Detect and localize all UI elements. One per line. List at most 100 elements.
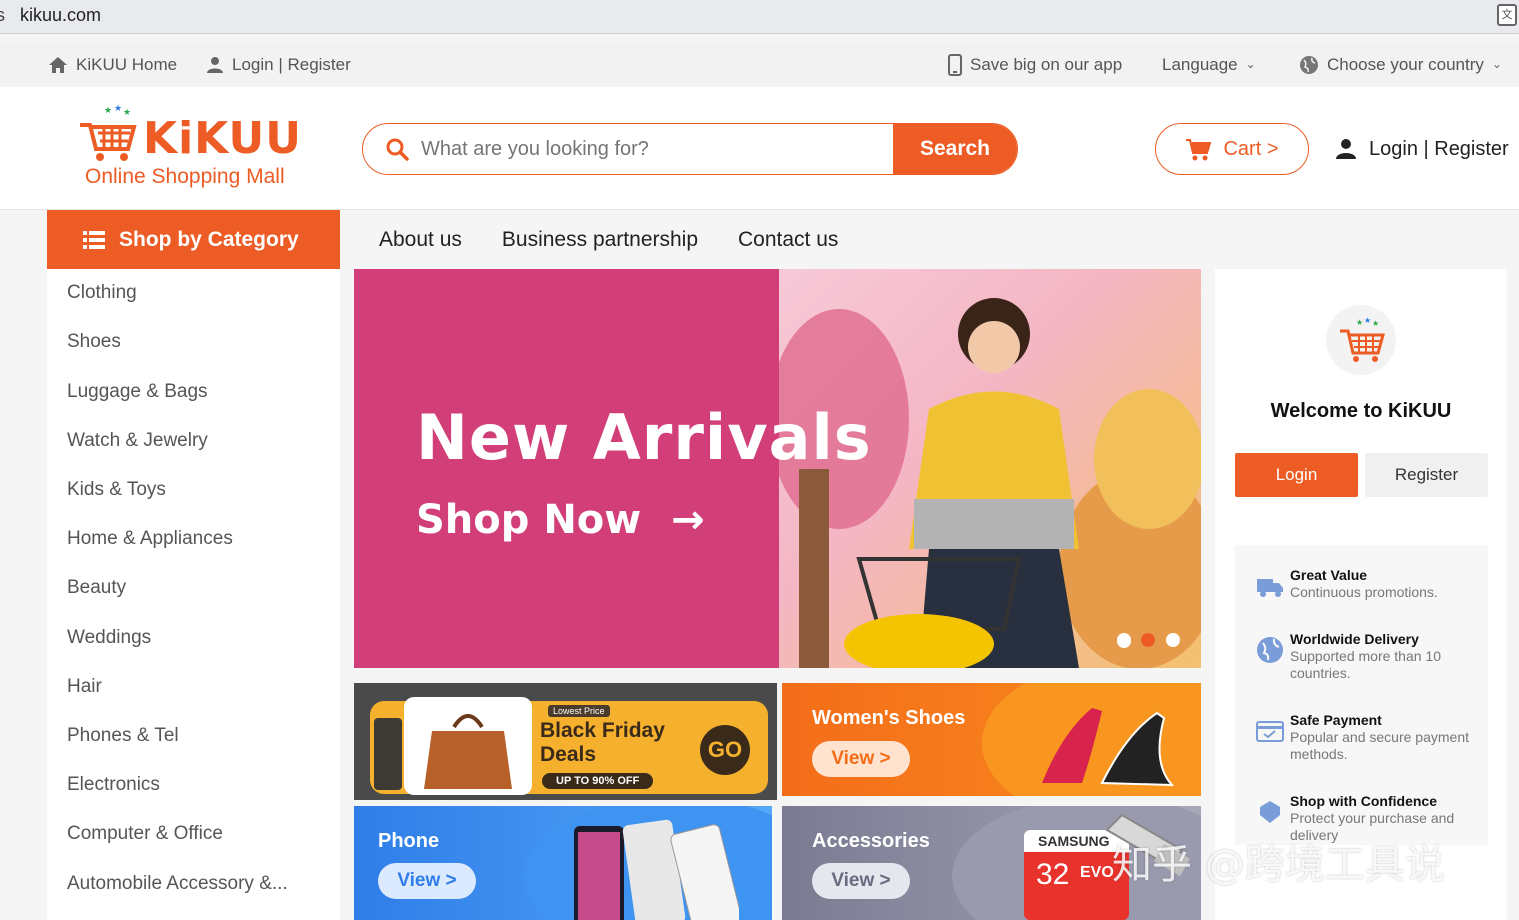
home-icon [49,56,67,73]
logo-tagline: Online Shopping Mall [85,165,285,188]
category-item-watch-jewelry[interactable]: Watch & Jewelry [67,430,208,452]
search-icon [386,138,409,161]
banner-cta-label: Shop Now [416,497,642,543]
carousel-dot-3[interactable] [1166,633,1180,647]
category-item-hair[interactable]: Hair [67,676,102,698]
address-bar-leading-char: s [0,5,5,25]
avatar: ★ ★ ★ [1326,305,1396,375]
features-list: Great Value Continuous promotions. World… [1235,545,1488,845]
phone-view-button[interactable]: View > [378,863,476,899]
accessories-title: Accessories [812,830,930,852]
arrow-right-icon: → [671,497,705,543]
go-button[interactable]: GO [700,725,750,775]
shop-by-category-button[interactable]: Shop by Category [47,210,340,269]
category-item-luggage-bags[interactable]: Luggage & Bags [67,381,208,403]
translate-icon[interactable]: 文 [1497,4,1517,26]
topbar-app-label: Save big on our app [970,55,1123,74]
svg-text:★: ★ [123,107,131,117]
language-dropdown[interactable]: Language ⌄ [1162,42,1256,87]
handbag-image [404,697,532,795]
welcome-heading: Welcome to KiKUU [1270,400,1452,422]
cart-icon [1186,139,1212,161]
category-item-weddings[interactable]: Weddings [67,627,151,649]
category-item-electronics[interactable]: Electronics [67,774,160,796]
womens-shoes-tile[interactable]: Women's Shoes View > [782,683,1201,796]
topbar-home-link[interactable]: KiKUU Home [48,42,177,87]
country-dropdown[interactable]: Choose your country ⌄ [1299,42,1502,87]
banner-shop-now-link[interactable]: Shop Now → [416,497,705,543]
search-input[interactable] [421,124,881,174]
topbar-app-link[interactable]: Save big on our app [948,42,1122,87]
smartphones-image [574,819,739,920]
topbar-home-label: KiKUU Home [76,55,178,74]
category-item-automobile-accessory[interactable]: Automobile Accessory &... [67,873,288,895]
cart-label: Cart > [1223,137,1279,160]
carousel-dot-1[interactable] [1117,633,1131,647]
nav-contact-us[interactable]: Contact us [738,228,838,252]
cart-logo-icon: ★ ★ ★ [1340,316,1385,362]
delivery-truck-icon [1257,579,1283,597]
black-friday-tile[interactable]: Lowest Price Black Friday Deals UP TO 90… [354,683,777,800]
browser-address-bar[interactable]: s kikuu.com 文 [0,0,1519,34]
feature-desc: Popular and secure payment methods. [1290,729,1469,762]
black-friday-line2: Deals [540,743,597,766]
category-item-phones-tel[interactable]: Phones & Tel [67,725,179,747]
chevron-down-icon: ⌄ [1245,57,1256,71]
logo-brand-text: KiKUU [143,113,302,164]
mobile-phone-icon [948,53,962,76]
chevron-down-icon: ⌄ [1491,57,1502,71]
nav-business-partnership[interactable]: Business partnership [502,228,698,252]
shop-by-category-label: Shop by Category [119,227,299,251]
panel-login-button[interactable]: Login [1235,453,1358,497]
category-item-clothing[interactable]: Clothing [67,282,137,304]
nav-about-us[interactable]: About us [379,228,462,252]
shopping-cart-logo-icon: ★ ★ ★ [80,103,137,161]
kikuu-logo[interactable]: ★ ★ ★ KiKUU Online Shopping Mall [78,103,301,191]
list-icon [83,230,105,249]
feature-title: Shop with Confidence [1290,793,1437,809]
feature-title: Safe Payment [1290,712,1382,728]
header-login-label: Login | Register [1369,137,1509,160]
topbar-login-link[interactable]: Login | Register [206,42,351,87]
high-heels-image [1042,708,1175,787]
svg-text:★: ★ [104,105,112,115]
lowest-price-badge: Lowest Price [548,705,610,717]
site-header: ★★★ KiKUU Online Shopping Mall Search Ca… [0,87,1519,210]
credit-card-icon [1256,721,1284,742]
womens-shoes-view-button[interactable]: View > [812,741,910,777]
panel-register-button[interactable]: Register [1365,453,1488,497]
zhihu-watermark: 知乎 @跨境工具说 [1112,842,1445,888]
top-utility-bar: KiKUU Home Login | Register Save big on … [0,42,1519,87]
feature-desc: Continuous promotions. [1290,584,1438,600]
svg-text:★: ★ [1356,318,1363,327]
accessories-view-button[interactable]: View > [812,863,910,899]
category-sidebar: Clothing Shoes Luggage & Bags Watch & Je… [47,269,340,920]
globe-icon [1300,55,1318,74]
address-bar-url[interactable]: kikuu.com [20,5,101,26]
black-friday-line1: Black Friday [540,719,665,742]
category-item-kids-toys[interactable]: Kids & Toys [67,479,166,501]
search-button[interactable]: Search [893,124,1017,174]
category-item-beauty[interactable]: Beauty [67,577,126,599]
phone-tile[interactable]: Phone View > [354,806,772,920]
category-item-shoes[interactable]: Shoes [67,331,121,353]
shield-icon [1260,801,1280,823]
hero-banner[interactable]: New Arrivals Shop Now → [354,269,1201,668]
feature-desc: Supported more than 10 countries. [1290,648,1441,681]
feature-title: Great Value [1290,567,1368,583]
user-icon [207,56,223,73]
phone-title: Phone [378,830,440,852]
header-login-link[interactable]: Login | Register [1335,123,1509,175]
country-label: Choose your country [1327,55,1484,74]
category-item-computer-office[interactable]: Computer & Office [67,823,223,845]
womens-shoes-title: Women's Shoes [812,707,966,729]
sd-card-size: 32 [1036,858,1070,891]
welcome-panel: ★ ★ ★ Welcome to KiKUU Login Register Grea… [1215,269,1507,920]
cart-button[interactable]: Cart > [1155,123,1309,175]
topbar-login-label: Login | Register [232,55,351,74]
svg-text:★: ★ [114,103,122,113]
search-bar: Search [362,123,1018,175]
category-item-home-appliances[interactable]: Home & Appliances [67,528,233,550]
carousel-dot-2-active[interactable] [1141,633,1155,647]
banner-headline: New Arrivals [416,401,872,474]
